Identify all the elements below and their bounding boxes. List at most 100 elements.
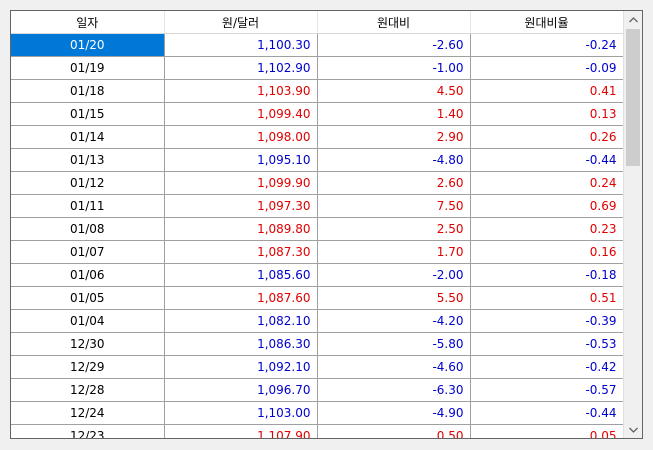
cell-change-pct[interactable]: -0.18 [470,263,623,287]
table-row[interactable]: 12/28 1,096.70 -6.30 -0.57 [11,378,623,402]
cell-change-pct[interactable]: -0.09 [470,56,623,80]
cell-change-pct[interactable]: 0.23 [470,217,623,241]
cell-change[interactable]: 2.60 [317,171,471,195]
header-row: 일자 원/달러 원대비 원대비율 [11,11,623,34]
cell-date[interactable]: 01/08 [11,217,165,241]
cell-rate[interactable]: 1,103.00 [164,401,318,425]
cell-date[interactable]: 12/30 [11,332,165,356]
cell-change[interactable]: -1.00 [317,56,471,80]
cell-change-pct[interactable]: 0.51 [470,286,623,310]
table-row[interactable]: 12/29 1,092.10 -4.60 -0.42 [11,355,623,379]
cell-change[interactable]: -6.30 [317,378,471,402]
table-row[interactable]: 01/04 1,082.10 -4.20 -0.39 [11,309,623,333]
cell-rate[interactable]: 1,082.10 [164,309,318,333]
cell-change-pct[interactable]: 0.69 [470,194,623,218]
cell-change-pct[interactable]: -0.44 [470,148,623,172]
cell-change-pct[interactable]: -0.44 [470,401,623,425]
cell-change-pct[interactable]: -0.53 [470,332,623,356]
cell-change-pct[interactable]: 0.05 [470,424,623,438]
cell-date[interactable]: 01/13 [11,148,165,172]
cell-date[interactable]: 01/06 [11,263,165,287]
cell-rate[interactable]: 1,097.30 [164,194,318,218]
cell-rate[interactable]: 1,107.90 [164,424,318,438]
column-header-change-pct[interactable]: 원대비율 [470,11,623,34]
cell-date[interactable]: 12/29 [11,355,165,379]
cell-rate[interactable]: 1,099.40 [164,102,318,126]
table-body: 01/20 1,100.30 -2.60 -0.24 01/19 1,102.90 -1.0… [11,33,623,438]
cell-rate[interactable]: 1,103.90 [164,79,318,103]
table-row[interactable]: 01/20 1,100.30 -2.60 -0.24 [11,33,623,57]
cell-change[interactable]: 1.40 [317,102,471,126]
column-header-change[interactable]: 원대비 [317,11,471,34]
cell-change[interactable]: -4.80 [317,148,471,172]
table-row[interactable]: 01/06 1,085.60 -2.00 -0.18 [11,263,623,287]
cell-date[interactable]: 01/14 [11,125,165,149]
cell-change-pct[interactable]: 0.26 [470,125,623,149]
cell-rate[interactable]: 1,098.00 [164,125,318,149]
cell-date[interactable]: 01/18 [11,79,165,103]
cell-change[interactable]: 1.70 [317,240,471,264]
table-row[interactable]: 01/12 1,099.90 2.60 0.24 [11,171,623,195]
cell-date[interactable]: 01/15 [11,102,165,126]
cell-change[interactable]: -4.60 [317,355,471,379]
table-row[interactable]: 12/23 1,107.90 0.50 0.05 [11,424,623,438]
cell-change-pct[interactable]: 0.24 [470,171,623,195]
cell-rate[interactable]: 1,096.70 [164,378,318,402]
vertical-scrollbar[interactable] [623,11,642,438]
cell-rate[interactable]: 1,089.80 [164,217,318,241]
chevron-down-icon[interactable] [624,421,642,438]
cell-change[interactable]: -4.90 [317,401,471,425]
chevron-up-icon[interactable] [624,11,642,28]
cell-change-pct[interactable]: 0.16 [470,240,623,264]
cell-date[interactable]: 01/04 [11,309,165,333]
cell-change[interactable]: -4.20 [317,309,471,333]
cell-rate[interactable]: 1,102.90 [164,56,318,80]
cell-date[interactable]: 12/23 [11,424,165,438]
column-header-date[interactable]: 일자 [11,11,165,34]
cell-date[interactable]: 01/05 [11,286,165,310]
cell-rate[interactable]: 1,092.10 [164,355,318,379]
table-row[interactable]: 01/19 1,102.90 -1.00 -0.09 [11,56,623,80]
scrollbar-thumb[interactable] [626,29,640,166]
cell-date[interactable]: 01/19 [11,56,165,80]
cell-change-pct[interactable]: 0.41 [470,79,623,103]
table-row[interactable]: 01/13 1,095.10 -4.80 -0.44 [11,148,623,172]
cell-date[interactable]: 12/28 [11,378,165,402]
table-row[interactable]: 01/14 1,098.00 2.90 0.26 [11,125,623,149]
cell-rate[interactable]: 1,085.60 [164,263,318,287]
cell-rate[interactable]: 1,087.30 [164,240,318,264]
cell-change[interactable]: 0.50 [317,424,471,438]
cell-date[interactable]: 01/12 [11,171,165,195]
cell-change-pct[interactable]: -0.24 [470,33,623,57]
cell-date[interactable]: 01/07 [11,240,165,264]
cell-rate[interactable]: 1,086.30 [164,332,318,356]
cell-rate[interactable]: 1,087.60 [164,286,318,310]
cell-date[interactable]: 01/11 [11,194,165,218]
table-row[interactable]: 01/11 1,097.30 7.50 0.69 [11,194,623,218]
cell-change-pct[interactable]: 0.13 [470,102,623,126]
cell-change[interactable]: 4.50 [317,79,471,103]
cell-date[interactable]: 12/24 [11,401,165,425]
cell-change[interactable]: 5.50 [317,286,471,310]
table-row[interactable]: 01/18 1,103.90 4.50 0.41 [11,79,623,103]
table-row[interactable]: 12/30 1,086.30 -5.80 -0.53 [11,332,623,356]
cell-date[interactable]: 01/20 [11,33,165,57]
table-row[interactable]: 01/07 1,087.30 1.70 0.16 [11,240,623,264]
table-row[interactable]: 12/24 1,103.00 -4.90 -0.44 [11,401,623,425]
table-row[interactable]: 01/05 1,087.60 5.50 0.51 [11,286,623,310]
cell-change[interactable]: -5.80 [317,332,471,356]
cell-change-pct[interactable]: -0.42 [470,355,623,379]
cell-change[interactable]: -2.00 [317,263,471,287]
cell-change-pct[interactable]: -0.39 [470,309,623,333]
cell-change[interactable]: 2.90 [317,125,471,149]
cell-change-pct[interactable]: -0.57 [470,378,623,402]
table-row[interactable]: 01/08 1,089.80 2.50 0.23 [11,217,623,241]
table-row[interactable]: 01/15 1,099.40 1.40 0.13 [11,102,623,126]
cell-rate[interactable]: 1,099.90 [164,171,318,195]
cell-change[interactable]: 2.50 [317,217,471,241]
cell-change[interactable]: 7.50 [317,194,471,218]
cell-change[interactable]: -2.60 [317,33,471,57]
column-header-rate[interactable]: 원/달러 [164,11,318,34]
cell-rate[interactable]: 1,095.10 [164,148,318,172]
cell-rate[interactable]: 1,100.30 [164,33,318,57]
